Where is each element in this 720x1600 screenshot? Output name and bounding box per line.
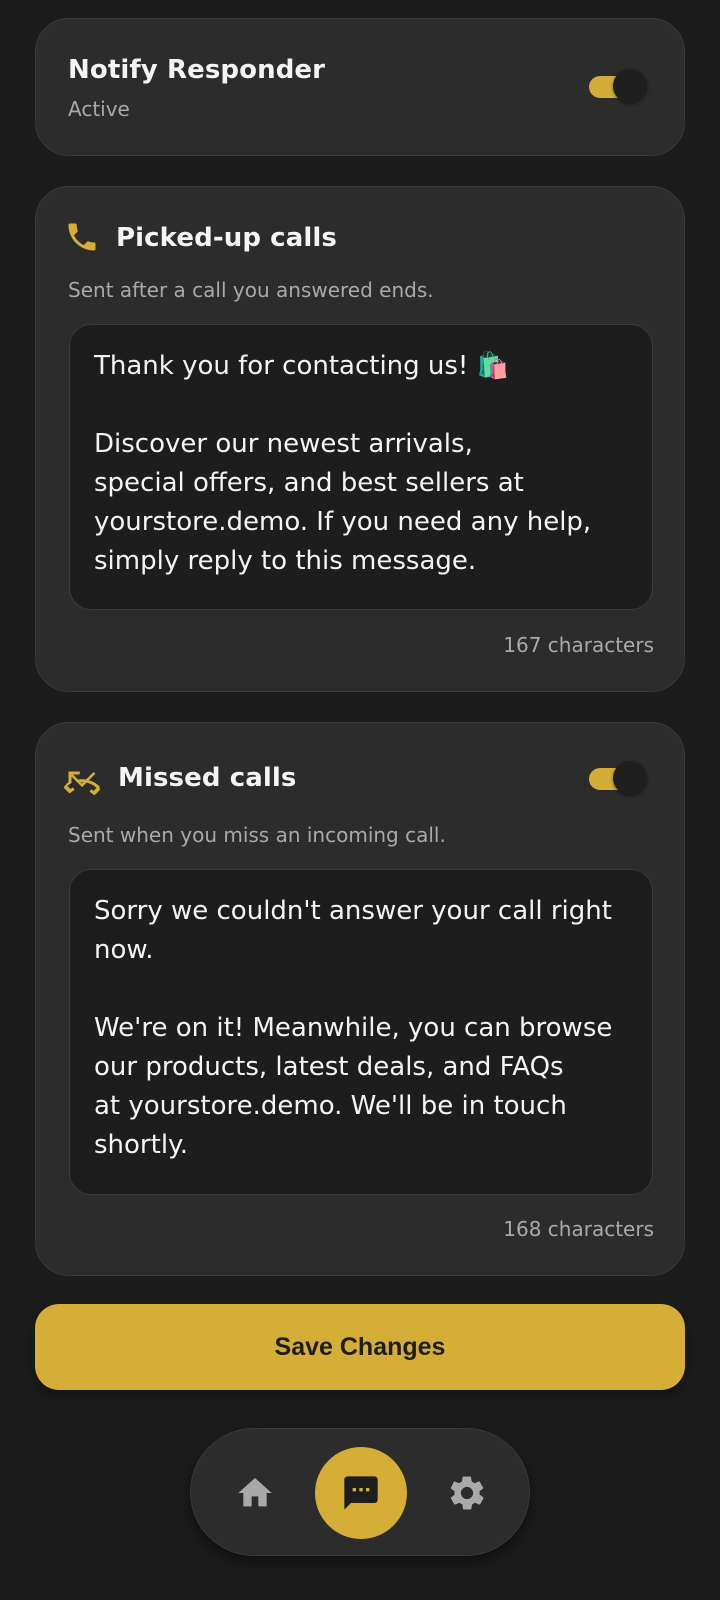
- nav-settings[interactable]: [421, 1447, 513, 1539]
- notify-responder-card: Notify Responder Active: [35, 18, 685, 156]
- missed-message-input[interactable]: Sorry we couldn't answer your call right…: [69, 869, 653, 1195]
- chat-icon: [344, 1476, 378, 1510]
- missed-call-icon: [64, 771, 100, 795]
- missed-calls-toggle[interactable]: [589, 761, 647, 795]
- nav-home[interactable]: [209, 1447, 301, 1539]
- phone-icon: [68, 223, 96, 251]
- bottom-nav: [190, 1428, 530, 1556]
- picked-up-calls-description: Sent after a call you answered ends.: [68, 278, 434, 302]
- missed-calls-description: Sent when you miss an incoming call.: [68, 823, 446, 847]
- missed-character-count: 168 characters: [503, 1217, 654, 1241]
- picked-up-character-count: 167 characters: [503, 633, 654, 657]
- picked-up-message-input[interactable]: Thank you for contacting us! 🛍️ Discover…: [69, 324, 653, 610]
- toggle-knob: [613, 761, 647, 795]
- nav-messages[interactable]: [315, 1447, 407, 1539]
- save-changes-button[interactable]: Save Changes: [35, 1304, 685, 1390]
- notify-responder-toggle[interactable]: [589, 69, 647, 103]
- notify-responder-status: Active: [68, 97, 130, 121]
- gear-icon: [450, 1476, 484, 1510]
- missed-calls-card: Missed calls Sent when you miss an incom…: [35, 722, 685, 1276]
- notify-responder-title: Notify Responder: [68, 55, 326, 85]
- missed-calls-title: Missed calls: [118, 763, 297, 793]
- toggle-knob: [613, 69, 647, 103]
- picked-up-calls-card: Picked-up calls Sent after a call you an…: [35, 186, 685, 692]
- home-icon: [238, 1478, 272, 1507]
- picked-up-calls-title: Picked-up calls: [116, 223, 337, 253]
